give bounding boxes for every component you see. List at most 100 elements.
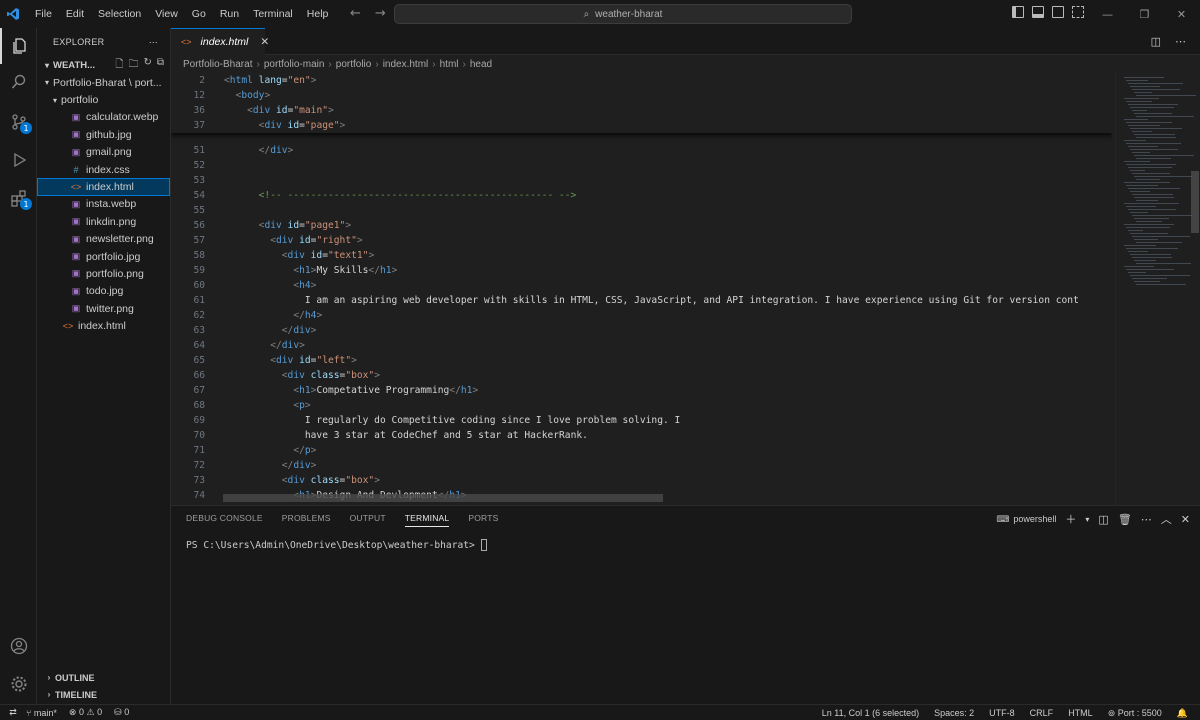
menu-item-terminal[interactable]: Terminal [246,8,300,20]
minimize-icon[interactable]: — [1089,0,1126,28]
source-control-icon[interactable]: 1 [0,104,37,140]
minimap-line [1134,155,1194,156]
file-item[interactable]: ▣ github.jpg [37,126,170,143]
file-item[interactable]: ▣ portfolio.png [37,265,170,282]
file-item[interactable]: ▣ newsletter.png [37,231,170,248]
menu-item-selection[interactable]: Selection [91,8,148,20]
new-file-icon[interactable]: 🗋 [115,57,123,74]
file-item[interactable]: ▣ insta.webp [37,196,170,213]
toggle-sidebar-icon[interactable] [1012,6,1024,18]
horizontal-scrollbar[interactable] [223,494,663,502]
file-item[interactable]: ▣ twitter.png [37,300,170,317]
minimap[interactable] [1115,73,1200,505]
branch-status[interactable]: ⑂ main* [26,708,57,718]
accounts-icon[interactable] [0,628,37,664]
minimap-scrollbar-thumb[interactable] [1191,171,1199,233]
manage-gear-icon[interactable] [0,666,37,702]
toggle-secondary-sidebar-icon[interactable] [1052,6,1064,18]
more-actions-icon[interactable]: ⋯ [1175,35,1186,48]
file-item[interactable]: # index.css [37,161,170,178]
trash-icon[interactable]: 🗑 [1118,513,1132,526]
new-folder-icon[interactable]: 🗀 [128,57,138,74]
cursor-position[interactable]: Ln 11, Col 1 (6 selected) [822,708,919,718]
menu-item-view[interactable]: View [148,8,185,20]
indentation[interactable]: Spaces: 2 [934,708,974,718]
minimap-line [1130,86,1160,87]
file-item[interactable]: <> index.html [37,178,170,196]
terminal-shell[interactable]: ⌨ powershell [996,514,1056,525]
code-line: 53 [171,173,1112,188]
tab-terminal[interactable]: TERMINAL [404,513,450,527]
breadcrumb-item[interactable]: index.html [383,59,429,70]
forward-arrow-icon[interactable]: → [375,6,386,21]
menu-item-go[interactable]: Go [185,8,213,20]
run-debug-icon[interactable] [0,142,37,178]
extensions-icon[interactable]: 1 [0,180,37,216]
code-editor[interactable]: 2 <html lang="en"> 12 <body> 36 <div id="ma… [171,73,1112,505]
more-actions-icon[interactable]: ⋯ [149,37,158,48]
new-terminal-icon[interactable]: ＋ [1065,511,1076,527]
line-content: have 3 star at CodeChef and 5 star at Ha… [304,430,588,441]
outline-section[interactable]: › OUTLINE [37,669,171,686]
more-actions-icon[interactable]: ⋯ [1141,513,1152,526]
remote-indicator-icon[interactable]: ⇄ [0,705,26,720]
customize-layout-icon[interactable] [1072,6,1084,18]
timeline-section[interactable]: › TIMELINE [37,686,171,703]
breadcrumb-item[interactable]: html [440,59,459,70]
tab-debug-console[interactable]: DEBUG CONSOLE [186,513,263,527]
close-tab-icon[interactable]: ✕ [260,36,269,48]
folder-item[interactable]: ▾ portfolio [37,91,170,108]
line-content: <html lang="en"> [224,75,317,86]
minimap-line [1136,137,1176,138]
back-arrow-icon[interactable]: ← [350,6,361,21]
minimap-line [1136,95,1196,96]
breadcrumb-item[interactable]: head [470,59,492,70]
minimap-line [1126,227,1170,228]
toggle-panel-icon[interactable] [1032,6,1044,18]
close-panel-icon[interactable]: ✕ [1181,513,1190,526]
split-terminal-icon[interactable]: ◫ [1098,513,1108,526]
menu-item-file[interactable]: File [28,8,59,20]
live-server-port[interactable]: ⊚ Port : 5500 [1108,708,1162,719]
terminal-output[interactable]: PS C:\Users\Admin\OneDrive\Desktop\weath… [186,539,487,551]
command-center-search[interactable]: ⌕ weather-bharat [394,4,852,24]
tab-problems[interactable]: PROBLEMS [282,513,331,527]
code-line: 62 </h4> [171,308,1112,323]
folder-item[interactable]: ▾ Portfolio-Bharat \ port... [37,74,170,91]
collapse-all-icon[interactable]: ⧉ [157,57,164,74]
ports-status[interactable]: ⛁ 0 [114,707,129,718]
close-window-icon[interactable]: ✕ [1163,0,1200,28]
encoding[interactable]: UTF-8 [989,708,1015,718]
chevron-down-icon[interactable]: ▾ [1085,515,1089,524]
minimap-line [1134,134,1175,135]
minimap-line [1126,143,1181,144]
explorer-icon[interactable] [0,28,37,64]
maximize-panel-icon[interactable]: ︿ [1161,511,1172,527]
file-item[interactable]: ▣ portfolio.jpg [37,248,170,265]
language-mode[interactable]: HTML [1068,708,1093,718]
minimap-line [1132,278,1167,279]
file-item[interactable]: ▣ linkdin.png [37,213,170,230]
breadcrumb-item[interactable]: portfolio-main [264,59,325,70]
file-item[interactable]: ▣ todo.jpg [37,283,170,300]
line-ending[interactable]: CRLF [1030,708,1054,718]
file-item[interactable]: ▣ gmail.png [37,144,170,161]
refresh-icon[interactable]: ↻ [143,57,151,74]
workspace-root[interactable]: ▾ WEATH... 🗋 🗀 ↻ ⧉ [37,56,170,74]
menu-item-edit[interactable]: Edit [59,8,91,20]
breadcrumb-item[interactable]: Portfolio-Bharat [183,59,252,70]
file-item[interactable]: <> index.html [37,317,170,334]
line-number: 69 [193,415,205,426]
tab-output[interactable]: OUTPUT [350,513,386,527]
menu-item-help[interactable]: Help [300,8,336,20]
breadcrumb-item[interactable]: portfolio [336,59,372,70]
file-item[interactable]: ▣ calculator.webp [37,109,170,126]
notifications-bell-icon[interactable]: 🔔 [1177,708,1188,719]
problems-status[interactable]: ⊗ 0 ⚠ 0 [69,707,102,718]
split-editor-icon[interactable]: ◫ [1151,35,1161,48]
maximize-icon[interactable]: ❐ [1126,0,1163,28]
tab-ports[interactable]: PORTS [468,513,498,527]
search-icon[interactable] [0,64,37,100]
tab-index-html[interactable]: <> index.html ✕ [171,28,269,55]
menu-item-run[interactable]: Run [213,8,246,20]
